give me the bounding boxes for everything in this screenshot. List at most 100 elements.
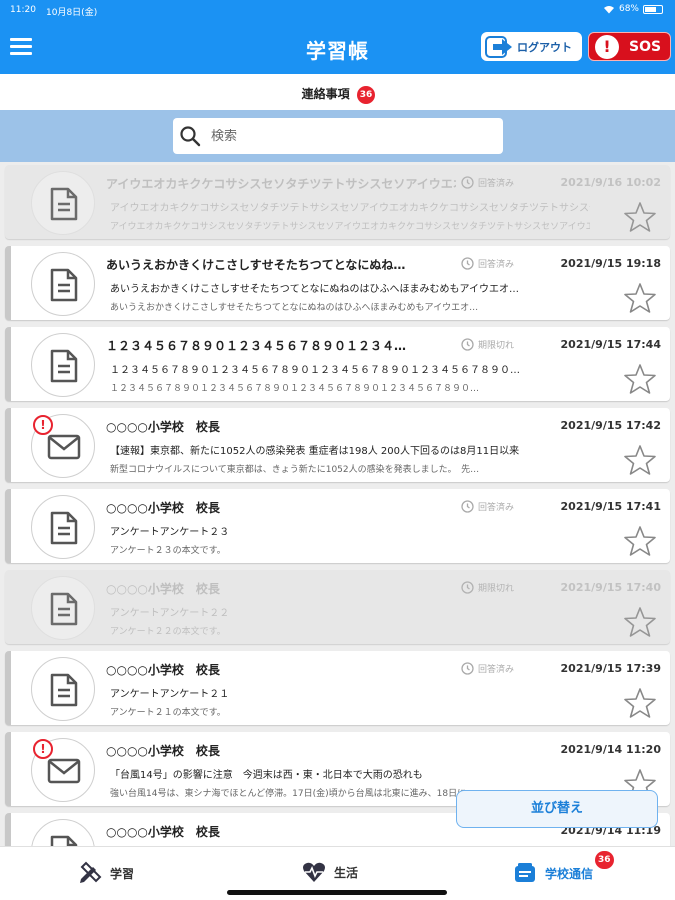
item-status: 回答済み: [461, 500, 514, 513]
list-item[interactable]: ○○○○小学校 校長 アンケートアンケート２２ アンケート２２の本文です。 2021/…: [5, 570, 670, 644]
star-icon[interactable]: [624, 201, 656, 233]
battery-percent: 68%: [618, 4, 639, 14]
section-header: 連絡事項 36: [0, 74, 675, 110]
pencil-ruler-icon: [80, 861, 102, 883]
item-preview: 新型コロナウイルスについて東京都は、きょう新たに1052人の感染を発表しました。…: [110, 465, 480, 475]
list-item[interactable]: ○○○○小学校 校長アンケートアンケート２１ アンケート２１の本文です。 2021/…: [5, 651, 670, 725]
document-icon: [50, 511, 78, 545]
star-icon[interactable]: [624, 687, 656, 719]
app-header: 11:20 10月8日(金) 68% 学習帳 ログアウト ! SOS: [0, 0, 675, 74]
item-date: 2021/9/14 11:20: [560, 743, 661, 756]
status-right: 68%: [603, 4, 663, 14]
item-avatar: [31, 576, 95, 640]
item-avatar: [31, 252, 95, 316]
search-input[interactable]: [211, 128, 481, 144]
list-item[interactable]: １２３４５６７８９０１２３４５６７８９０１２３４… １２３４５６７８９０１２３４５…: [5, 327, 670, 401]
clock-icon: [461, 176, 474, 189]
item-title: １２３４５６７８９０１２３４５６７８９０１２３４…: [106, 339, 407, 353]
logout-button[interactable]: ログアウト: [481, 32, 582, 61]
sos-button[interactable]: ! SOS: [588, 32, 671, 61]
school-notice-icon: [515, 863, 535, 882]
list-item[interactable]: あいうえおかきくけこさしすせそたちつてとなにぬね… あいうえおかきくけこさしすせそ…: [5, 246, 670, 320]
mail-icon: [47, 758, 81, 784]
item-preview: アンケート２３の本文です。: [110, 546, 226, 556]
mail-icon: [47, 434, 81, 460]
alert-icon: !: [33, 415, 53, 435]
clock-icon: [461, 581, 474, 594]
item-avatar: [31, 495, 95, 559]
status-date: 10月8日(金): [46, 8, 98, 18]
item-status-label: 回答済み: [478, 260, 515, 270]
item-status: 回答済み: [461, 662, 514, 675]
item-title: アイウエオカキクケコサシスセソタチツテトサシスセソアイウエオカキクケコサシスセソ…: [106, 177, 456, 191]
item-status: 期限切れ: [461, 338, 514, 351]
sort-button[interactable]: 並び替え: [456, 790, 658, 828]
alert-icon: !: [33, 739, 53, 759]
item-avatar: [31, 333, 95, 397]
tab-study-label: 学習: [110, 866, 135, 881]
item-date: 2021/9/15 17:44: [560, 338, 661, 351]
star-icon[interactable]: [624, 444, 656, 476]
tab-school-news[interactable]: 学校通信 36: [513, 851, 614, 885]
item-date: 2021/9/15 17:42: [560, 419, 661, 432]
tab-study[interactable]: 学習: [78, 861, 134, 885]
status-bar: 11:20 10月8日(金) 68%: [0, 0, 675, 20]
item-date: 2021/9/15 19:18: [560, 257, 661, 270]
clock-icon: [461, 338, 474, 351]
star-icon[interactable]: [624, 363, 656, 395]
item-subject: アイウエオカキクケコサシスセソタチツテトサシスセソアイウエオカキクケコサシスセソ…: [110, 203, 590, 214]
message-list: アイウエオカキクケコサシスセソタチツテトサシスセソアイウエオカキクケコサシスセソ…: [0, 162, 675, 846]
search-bar: [0, 110, 675, 162]
item-avatar: [31, 657, 95, 721]
item-preview: アンケート２１の本文です。: [110, 708, 226, 718]
document-icon: [50, 187, 78, 221]
document-icon: [50, 349, 78, 383]
item-preview: アイウエオカキクケコサシスセソタチツテトサシスセソアイウエオカキクケコサシスセソ…: [110, 222, 590, 232]
list-item[interactable]: アイウエオカキクケコサシスセソタチツテトサシスセソアイウエオカキクケコサシスセソ…: [5, 165, 670, 239]
item-title: ○○○○小学校 校長: [106, 420, 220, 434]
item-preview: 強い台風14号は、東シナ海でほとんど停滞。17日(金)頃から台風は北東に進み、1…: [110, 789, 476, 799]
item-subject: 「台風14号」の影響に注意 今週末は西・東・北日本で大雨の恐れも: [110, 770, 423, 781]
home-indicator: [227, 890, 447, 895]
item-subject: アンケートアンケート２３: [110, 527, 230, 538]
item-subject: １２３４５６７８９０１２３４５６７８９０１２３４５６７８９０１２３４５６７８９０…: [110, 365, 520, 376]
section-count-badge: 36: [356, 86, 376, 104]
item-subject: あいうえおかきくけこさしすせそたちつてとなにぬねのはひふへほまみむめもアイウエオ…: [110, 284, 519, 295]
star-icon[interactable]: [624, 606, 656, 638]
battery-level: [645, 6, 656, 12]
tab-life[interactable]: 生活: [302, 861, 358, 883]
item-status: 回答済み: [461, 176, 514, 189]
item-title: あいうえおかきくけこさしすせそたちつてとなにぬね…: [106, 258, 406, 272]
item-status: 期限切れ: [461, 581, 514, 594]
star-icon[interactable]: [624, 525, 656, 557]
tab-school-news-label: 学校通信: [545, 866, 594, 881]
item-subject: アンケートアンケート２１: [110, 689, 230, 700]
item-date: 2021/9/15 17:39: [560, 662, 661, 675]
item-preview: あいうえおかきくけこさしすせそたちつてとなにぬねのはひふへほまみむめもアイウエオ…: [110, 303, 479, 313]
item-status-label: 回答済み: [478, 503, 515, 513]
wifi-icon: [603, 5, 614, 13]
star-icon[interactable]: [624, 282, 656, 314]
item-avatar: [31, 171, 95, 235]
document-icon: [50, 592, 78, 626]
item-date: 2021/9/16 10:02: [560, 176, 661, 189]
item-preview: アンケート２２の本文です。: [110, 627, 226, 637]
item-status-label: 回答済み: [478, 665, 515, 675]
search-box[interactable]: [173, 118, 503, 154]
item-title: ○○○○小学校 校長: [106, 582, 220, 596]
status-time: 11:20: [10, 5, 36, 15]
exclamation-icon: !: [595, 34, 619, 59]
list-item[interactable]: ! ○○○○小学校 校長【速報】東京都、新たに1052人の感染発表 重症者は198…: [5, 408, 670, 482]
list-item[interactable]: ○○○○小学校 校長 アンケートアンケート２３ アンケート２３の本文です。 2021/…: [5, 489, 670, 563]
item-subject: 【速報】東京都、新たに1052人の感染発表 重症者は198人 200人下回るのは…: [110, 446, 520, 457]
clock-icon: [461, 662, 474, 675]
document-icon: [50, 835, 78, 846]
logout-label: ログアウト: [517, 40, 572, 54]
section-title: 連絡事項: [301, 87, 350, 101]
item-title: ○○○○小学校 校長: [106, 825, 220, 839]
tab-life-label: 生活: [334, 865, 359, 880]
document-icon: [50, 268, 78, 302]
item-title: ○○○○小学校 校長: [106, 663, 220, 677]
tab-badge: 36: [595, 851, 614, 869]
item-avatar: [31, 819, 95, 846]
